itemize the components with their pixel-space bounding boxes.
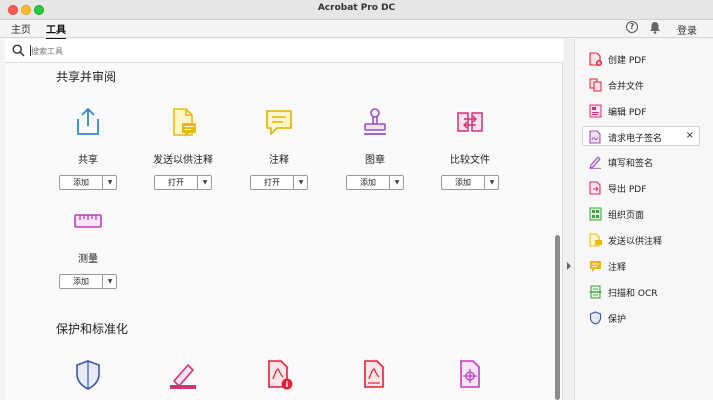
tab-home[interactable]: 主页 <box>11 21 31 38</box>
send-for-comment-icon[interactable] <box>168 107 198 139</box>
chevron-down-icon[interactable]: ▼ <box>389 176 404 189</box>
chevron-down-icon[interactable]: ▼ <box>197 176 212 189</box>
comment-icon[interactable] <box>264 107 294 139</box>
panel-item-label: 合并文件 <box>608 82 645 92</box>
tool-measure: 测量 添加 ▼ <box>43 206 133 306</box>
button-label: 添加 <box>455 178 471 187</box>
comment-icon <box>590 261 601 272</box>
tool-send-for-comment: 发送以供注释 打开 ▼ <box>138 107 228 207</box>
open-comment-button[interactable]: 打开 ▼ <box>250 175 308 190</box>
fill-sign-icon <box>589 156 601 169</box>
scan-ocr-icon <box>589 285 602 299</box>
tool-compare-files: 比较文件 添加 ▼ <box>425 107 515 207</box>
chevron-right-icon[interactable] <box>566 262 572 270</box>
add-measure-button[interactable]: 添加 ▼ <box>59 274 117 289</box>
compare-files-icon[interactable] <box>455 107 485 139</box>
add-share-button[interactable]: 添加 ▼ <box>59 175 117 190</box>
panel-item-protect[interactable]: 保护 <box>583 308 701 328</box>
chevron-down-icon[interactable]: ▼ <box>102 275 117 288</box>
chevron-down-icon[interactable]: ▼ <box>484 176 499 189</box>
measure-icon[interactable] <box>73 206 103 238</box>
panel-item-label: 保护 <box>608 315 627 325</box>
button-label: 打开 <box>264 178 280 187</box>
tool-label: 测量 <box>78 254 98 265</box>
tool-stamp: 图章 添加 ▼ <box>330 107 420 207</box>
window-title: Acrobat Pro DC <box>317 3 396 13</box>
panel-item-request-signature[interactable]: 请求电子签名 × <box>582 126 700 146</box>
share-icon[interactable] <box>73 107 103 139</box>
organize-pages-icon <box>589 207 602 221</box>
pdf-standards-icon[interactable]: i <box>264 359 294 391</box>
svg-text:i: i <box>286 380 289 389</box>
remove-shortcut-close-icon[interactable]: × <box>686 130 694 141</box>
menu-bar: 主页 工具 ? 登录 <box>0 20 713 40</box>
create-pdf-icon <box>589 52 602 66</box>
button-label: 打开 <box>168 178 184 187</box>
request-signature-icon <box>589 130 601 144</box>
panel-item-label: 组织页面 <box>608 211 645 221</box>
panel-item-combine-files[interactable]: 合并文件 <box>583 75 701 95</box>
right-panel-toggle[interactable] <box>564 39 574 400</box>
panel-item-comment[interactable]: 注释 <box>583 256 701 276</box>
right-tools-panel: 创建 PDF 合并文件 编辑 PDF 请求电子签名 × 填写和签名 导出 PDF… <box>574 39 713 400</box>
button-label: 添加 <box>73 277 89 286</box>
certificates-icon[interactable] <box>359 359 389 391</box>
chevron-down-icon[interactable]: ▼ <box>293 176 308 189</box>
title-bar: Acrobat Pro DC <box>0 0 713 20</box>
tool-comment: 注释 打开 ▼ <box>234 107 324 207</box>
panel-item-label: 创建 PDF <box>608 56 647 66</box>
tab-tools[interactable]: 工具 <box>46 21 66 40</box>
export-pdf-icon <box>589 181 601 195</box>
add-compare-files-button[interactable]: 添加 ▼ <box>441 175 499 190</box>
panel-item-create-pdf[interactable]: 创建 PDF <box>583 49 701 69</box>
search-icon <box>12 44 25 57</box>
tool-label: 注释 <box>269 155 289 166</box>
stamp-icon[interactable] <box>360 107 390 139</box>
edit-pdf-icon <box>589 104 602 118</box>
tool-label: 共享 <box>78 155 98 166</box>
scrollbar-thumb[interactable] <box>555 235 560 400</box>
tools-content: 共享并审阅 共享 添加 ▼ 发送以供注释 <box>5 39 563 400</box>
section-title-protect-standardize: 保护和标准化 <box>56 322 129 336</box>
panel-item-send-for-comment[interactable]: 发送以供注释 <box>583 230 701 250</box>
send-for-comment-icon <box>589 233 602 247</box>
panel-item-export-pdf[interactable]: 导出 PDF <box>583 178 701 198</box>
combine-files-icon <box>589 78 602 92</box>
section-title-share-review: 共享并审阅 <box>56 70 117 84</box>
tool-label: 图章 <box>365 155 385 166</box>
bell-icon[interactable] <box>649 21 661 34</box>
search-input[interactable] <box>31 43 231 59</box>
acrobat-window: Acrobat Pro DC 主页 工具 ? 登录 共享并审阅 <box>0 0 713 400</box>
text-caret <box>30 45 31 56</box>
button-label: 添加 <box>73 178 89 187</box>
panel-item-label: 发送以供注释 <box>608 237 663 247</box>
help-icon[interactable]: ? <box>626 21 638 33</box>
tool-share: 共享 添加 ▼ <box>43 107 133 207</box>
protect-icon <box>589 311 602 325</box>
add-stamp-button[interactable]: 添加 ▼ <box>346 175 404 190</box>
panel-item-label: 扫描和 OCR <box>608 289 658 299</box>
panel-item-label: 编辑 PDF <box>608 108 647 118</box>
panel-item-scan-ocr[interactable]: 扫描和 OCR <box>583 282 701 302</box>
open-send-for-comment-button[interactable]: 打开 ▼ <box>154 175 212 190</box>
search-bar <box>5 39 563 63</box>
panel-item-label: 填写和签名 <box>608 159 654 169</box>
redact-icon[interactable] <box>168 359 198 391</box>
print-production-icon[interactable] <box>455 359 485 391</box>
protect-shield-icon[interactable] <box>73 359 103 391</box>
panel-item-label: 请求电子签名 <box>608 134 663 144</box>
login-link[interactable]: 登录 <box>677 22 697 37</box>
tool-label: 发送以供注释 <box>153 155 213 166</box>
panel-item-label: 注释 <box>608 263 627 273</box>
panel-item-edit-pdf[interactable]: 编辑 PDF <box>583 101 701 121</box>
tool-label: 比较文件 <box>450 155 490 166</box>
panel-item-label: 导出 PDF <box>608 185 647 195</box>
button-label: 添加 <box>360 178 376 187</box>
panel-item-organize-pages[interactable]: 组织页面 <box>583 204 701 224</box>
chevron-down-icon[interactable]: ▼ <box>102 176 117 189</box>
panel-item-fill-sign[interactable]: 填写和签名 <box>583 152 701 172</box>
